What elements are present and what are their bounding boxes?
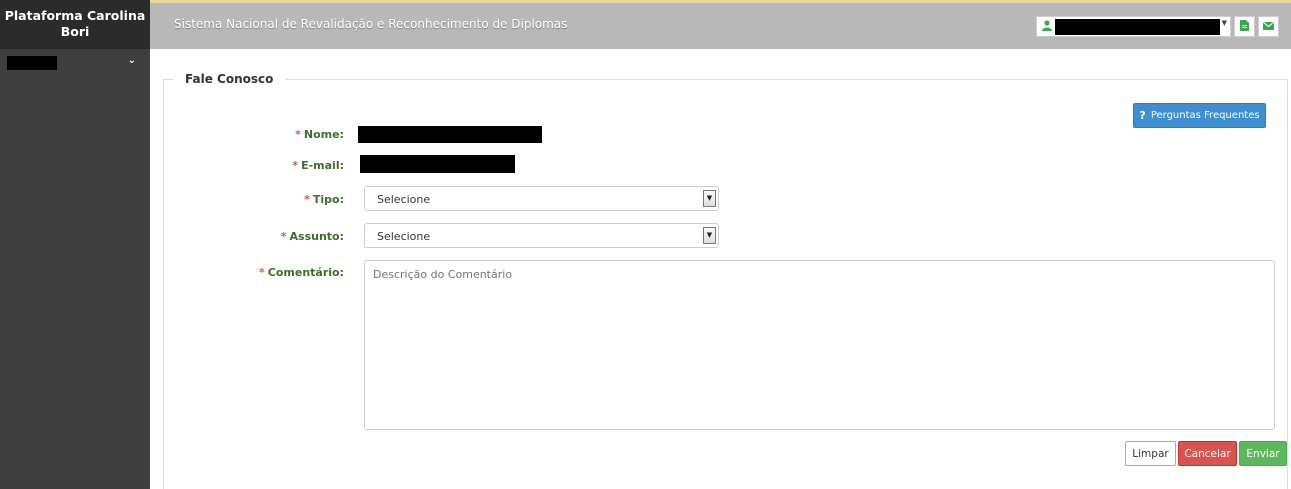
email-label-text: E-mail: [301, 159, 344, 172]
comentario-label-text: Comentário: [267, 266, 344, 279]
assunto-select-value: Selecione [377, 230, 431, 243]
tipo-select-value: Selecione [377, 193, 431, 206]
comentario-textarea[interactable] [364, 260, 1275, 430]
email-label: * E-mail: [292, 159, 344, 172]
tipo-label: * Tipo: [304, 193, 344, 206]
tipo-label-text: Tipo: [312, 193, 344, 206]
brand-title[interactable]: Plataforma Carolina Bori [0, 0, 150, 49]
sidebar-user-menu[interactable]: ⌄ [0, 53, 150, 75]
redacted-user-name [1055, 19, 1220, 35]
required-mark: * [259, 266, 265, 279]
faq-button[interactable]: ? Perguntas Frequentes [1133, 103, 1266, 128]
fieldset-legend: Fale Conosco [173, 72, 286, 86]
tipo-select[interactable]: Selecione ▼ [364, 186, 719, 211]
assunto-label: * Assunto: [281, 230, 344, 243]
required-mark: * [280, 230, 287, 243]
user-dropdown-button[interactable]: ▼ [1036, 16, 1231, 37]
chevron-down-icon[interactable]: ⌄ [128, 55, 136, 66]
nome-label-text: Nome: [303, 128, 344, 141]
user-icon [1042, 20, 1052, 34]
envelope-icon [1262, 20, 1275, 33]
limpar-button[interactable]: Limpar [1125, 441, 1176, 466]
caret-down-icon: ▼ [1221, 19, 1227, 27]
dropdown-arrow-icon[interactable]: ▼ [703, 190, 716, 207]
redacted-username [7, 56, 57, 70]
document-icon [1240, 19, 1249, 34]
enviar-button[interactable]: Enviar [1239, 441, 1287, 466]
redacted-nome-value [358, 126, 542, 143]
required-mark: * [292, 159, 299, 172]
top-bar: Sistema Nacional de Revalidação e Reconh… [150, 0, 1291, 49]
comentario-label: * Comentário: [259, 266, 344, 279]
faq-button-label: Perguntas Frequentes [1150, 110, 1260, 121]
question-icon: ? [1139, 109, 1146, 122]
message-button[interactable] [1258, 16, 1279, 37]
assunto-select[interactable]: Selecione ▼ [364, 223, 719, 248]
redacted-email-value [360, 155, 515, 173]
system-title: Sistema Nacional de Revalidação e Reconh… [174, 17, 568, 31]
document-button[interactable] [1234, 16, 1255, 37]
nome-label: * Nome: [295, 128, 344, 141]
required-mark: * [295, 128, 301, 141]
top-actions: ▼ [1036, 16, 1279, 37]
cancelar-button[interactable]: Cancelar [1178, 441, 1237, 466]
required-mark: * [304, 193, 310, 206]
assunto-label-text: Assunto: [289, 230, 344, 243]
sidebar: Plataforma Carolina Bori ⌄ [0, 0, 150, 489]
dropdown-arrow-icon[interactable]: ▼ [703, 227, 716, 244]
